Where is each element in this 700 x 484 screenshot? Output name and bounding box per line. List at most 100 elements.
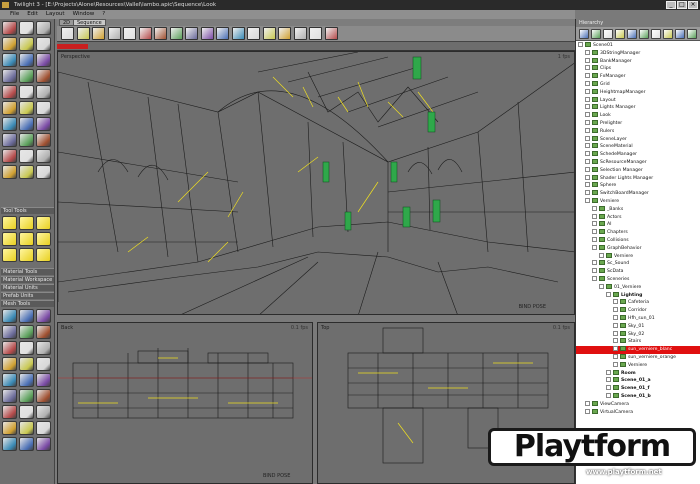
section-prefab-units[interactable]: Prefab Units: [1, 292, 54, 299]
close-button[interactable]: ×: [688, 1, 698, 9]
tool-button[interactable]: [19, 373, 34, 387]
tool-button[interactable]: [36, 389, 51, 403]
tool-button[interactable]: [2, 133, 17, 147]
expand-toggle-icon[interactable]: [585, 81, 590, 86]
tool-button[interactable]: [2, 216, 17, 230]
tool-button[interactable]: [19, 309, 34, 323]
tree-node[interactable]: HeightmapManager: [585, 88, 646, 97]
expand-toggle-icon[interactable]: [585, 65, 590, 71]
tool-button[interactable]: [19, 165, 34, 179]
expand-toggle-icon[interactable]: [585, 73, 590, 79]
expand-toggle-icon[interactable]: [592, 244, 597, 250]
tree-node[interactable]: Scene_01_f: [606, 385, 650, 393]
tree-node[interactable]: Sphere: [585, 182, 616, 190]
expand-toggle-icon[interactable]: [585, 408, 590, 414]
tool-button[interactable]: [19, 101, 34, 115]
tree-node[interactable]: Verniere: [613, 361, 647, 370]
hierarchy-tool-button[interactable]: [675, 29, 685, 39]
viewport-tool-button[interactable]: [231, 27, 245, 40]
tree-node[interactable]: FxManager: [585, 73, 626, 81]
viewport-tool-button[interactable]: [216, 27, 229, 40]
expand-toggle-icon[interactable]: [606, 393, 611, 398]
expand-toggle-icon[interactable]: [585, 190, 590, 196]
tree-node[interactable]: SceneLayer: [585, 135, 627, 144]
expand-toggle-icon[interactable]: [613, 307, 618, 313]
expand-toggle-icon[interactable]: [613, 299, 618, 305]
expand-toggle-icon[interactable]: [585, 49, 590, 55]
tool-button[interactable]: [2, 117, 17, 131]
expand-toggle-icon[interactable]: [585, 159, 590, 164]
tool-button[interactable]: [36, 341, 51, 355]
expand-toggle-icon[interactable]: [585, 182, 590, 188]
viewport-tool-button[interactable]: [247, 27, 260, 40]
viewport-tool-button[interactable]: [154, 27, 167, 40]
expand-toggle-icon[interactable]: [585, 120, 590, 125]
hierarchy-tool-button[interactable]: [615, 29, 625, 39]
viewport-tool-button[interactable]: [262, 27, 276, 40]
tree-node[interactable]: sun_verniere_orange: [613, 354, 676, 362]
back-viewport[interactable]: Back 0.1 fps BIND POSE: [57, 322, 313, 484]
tree-node[interactable]: GraphBehavior: [592, 244, 642, 253]
tool-button[interactable]: [36, 325, 51, 339]
viewport-tool-button[interactable]: [92, 27, 105, 40]
tool-button[interactable]: [19, 69, 34, 83]
expand-toggle-icon[interactable]: [578, 42, 583, 47]
tool-button[interactable]: [2, 37, 17, 51]
tool-button[interactable]: [2, 309, 17, 323]
tree-node[interactable]: Collisions: [592, 237, 629, 245]
tree-node[interactable]: Verniere: [599, 252, 633, 261]
tree-node[interactable]: BankManager: [585, 57, 632, 66]
tool-button[interactable]: [2, 405, 17, 419]
tool-button[interactable]: [19, 405, 34, 419]
tool-button[interactable]: [36, 216, 51, 230]
tree-node[interactable]: Scene01: [578, 42, 613, 50]
hierarchy-tool-button[interactable]: [627, 29, 637, 39]
tool-button[interactable]: [2, 248, 17, 262]
expand-toggle-icon[interactable]: [606, 385, 611, 391]
tool-button[interactable]: [19, 437, 34, 451]
expand-toggle-icon[interactable]: [613, 361, 618, 367]
expand-toggle-icon[interactable]: [599, 283, 604, 289]
tool-button[interactable]: [19, 421, 34, 435]
tool-button[interactable]: [19, 133, 34, 147]
viewport-tool-button[interactable]: [61, 27, 74, 40]
viewport-tool-button[interactable]: [293, 27, 307, 40]
tool-button[interactable]: [2, 165, 17, 179]
tool-button[interactable]: [2, 232, 17, 246]
tree-node[interactable]: Sky_01: [613, 322, 644, 331]
minimize-button[interactable]: _: [666, 1, 676, 9]
tool-button[interactable]: [36, 117, 51, 131]
expand-toggle-icon[interactable]: [585, 151, 590, 157]
expand-toggle-icon[interactable]: [592, 229, 597, 235]
tool-button[interactable]: [36, 165, 51, 179]
viewport-tool-button[interactable]: [169, 27, 183, 40]
tool-button[interactable]: [36, 133, 51, 147]
hierarchy-tool-button[interactable]: [687, 29, 697, 39]
expand-toggle-icon[interactable]: [613, 315, 618, 320]
tree-node[interactable]: Sky_02: [613, 330, 644, 339]
tree-node[interactable]: Scene_01_b: [606, 393, 651, 401]
viewport-tool-button[interactable]: [107, 27, 121, 40]
menu-window[interactable]: Window: [73, 10, 95, 19]
viewport-tool-button[interactable]: [309, 27, 322, 40]
tool-button[interactable]: [2, 357, 17, 371]
expand-toggle-icon[interactable]: [585, 400, 590, 406]
tool-button[interactable]: [19, 117, 34, 131]
viewport-tool-button[interactable]: [324, 27, 338, 40]
viewport-tool-button[interactable]: [185, 27, 198, 40]
expand-toggle-icon[interactable]: [592, 268, 597, 274]
hierarchy-tool-button[interactable]: [591, 29, 601, 39]
expand-toggle-icon[interactable]: [585, 143, 590, 149]
tool-button[interactable]: [36, 53, 51, 67]
tree-node[interactable]: Stairs: [613, 338, 641, 346]
viewport-tool-button[interactable]: [278, 27, 291, 40]
tree-node[interactable]: Chapters: [592, 229, 628, 237]
expand-toggle-icon[interactable]: [585, 166, 590, 172]
tree-node[interactable]: Sceneries: [592, 276, 629, 284]
tree-node[interactable]: Shader Lights Manager: [585, 174, 653, 183]
viewport-tool-button[interactable]: [200, 27, 214, 40]
tree-node[interactable]: Actors: [592, 213, 621, 222]
tree-node[interactable]: _Banks: [592, 205, 623, 214]
hierarchy-tool-button[interactable]: [579, 29, 589, 39]
tree-node[interactable]: Lighting: [606, 291, 642, 300]
